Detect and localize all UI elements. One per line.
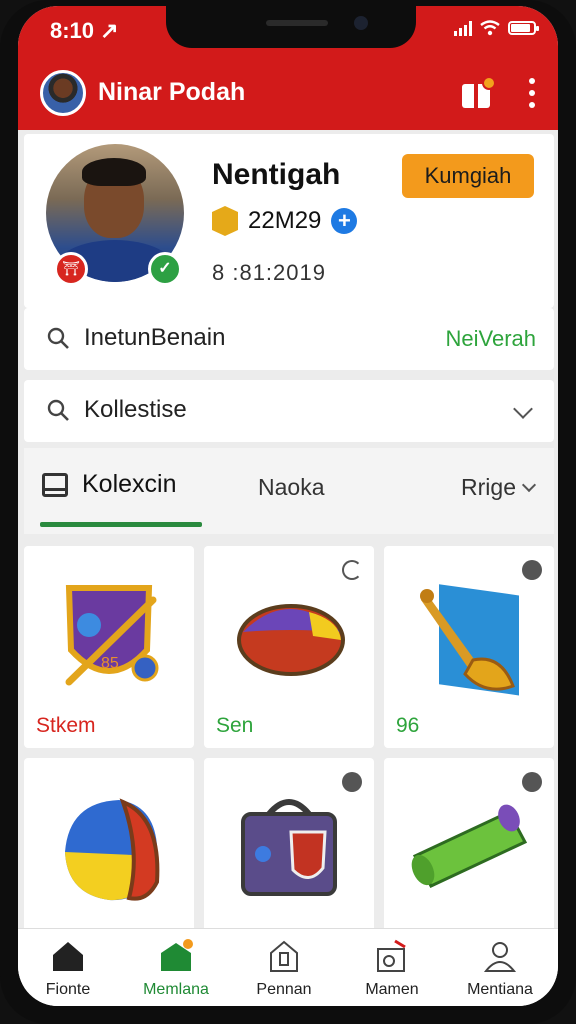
profile-card: ⛩ ✓ Nentigah 22M29 + 8 :81:2019 Kumgiah — [24, 134, 554, 308]
item-label: Stkem — [36, 714, 96, 737]
item-label: 96 — [396, 714, 420, 737]
person-icon — [483, 939, 517, 973]
coin-balance: 22M29 + — [212, 206, 358, 236]
building-icon — [267, 939, 301, 973]
nav-item-building[interactable]: Pennan — [234, 939, 334, 999]
notch — [166, 6, 416, 48]
user-name: Ninar Podah — [98, 78, 246, 106]
coin-value: 22M29 — [248, 207, 322, 234]
action-button[interactable]: Kumgiah — [402, 154, 534, 198]
screen: 8:10 ↗ Ninar Podah ⛩ ✓ Nentigah 22M29 + … — [18, 6, 558, 1006]
search-input[interactable]: InetunBenain — [84, 324, 225, 352]
nav-label: Memlana — [143, 981, 209, 998]
status-time: 8:10 ↗ — [50, 18, 119, 43]
nav-item-home[interactable]: Fionte — [18, 939, 118, 999]
tab-second[interactable]: Naoka — [258, 474, 324, 501]
status-icons — [454, 20, 539, 36]
active-tab-indicator — [40, 522, 202, 527]
coin-icon — [212, 206, 238, 236]
item-card[interactable]: 85 Stkem — [24, 546, 194, 748]
app-bar: Ninar Podah — [18, 58, 558, 130]
profile-date: 8 :81:2019 — [212, 260, 326, 285]
wifi-icon — [480, 20, 500, 36]
bottom-nav: Fionte Memlana Pennan Mamen Mentiana — [18, 928, 558, 1006]
svg-text:85: 85 — [101, 655, 119, 672]
more-vertical-icon[interactable] — [528, 78, 536, 108]
profile-name: Nentigah — [212, 158, 341, 191]
filter-dropdown[interactable]: Rrige — [461, 474, 537, 501]
trumpet-icon — [420, 584, 519, 696]
search-link[interactable]: NeiVerah — [445, 326, 536, 352]
ball-icon — [237, 604, 345, 676]
item-card[interactable]: 96 — [384, 546, 554, 748]
collection-select[interactable]: Kollestise — [24, 380, 554, 442]
battery-icon — [508, 21, 539, 35]
filter-label: Rrige — [461, 474, 516, 500]
nav-item-box[interactable]: Mamen — [342, 939, 442, 999]
tab-bar: Kolexcin Naoka Rrige — [24, 448, 554, 534]
signal-icon — [454, 20, 472, 36]
item-card[interactable]: Sen — [204, 546, 374, 748]
crest-icon: 85 — [65, 585, 159, 686]
chest-icon — [241, 799, 337, 896]
notification-dot — [482, 76, 496, 90]
home-icon — [51, 939, 85, 973]
search-icon — [47, 399, 69, 421]
store-icon — [159, 939, 193, 973]
shield-icon: ⛩ — [54, 252, 88, 286]
phone-frame: 8:10 ↗ Ninar Podah ⛩ ✓ Nentigah 22M29 + … — [0, 0, 576, 1024]
helmet-icon — [65, 798, 160, 901]
tab-collection[interactable]: Kolexcin — [42, 470, 177, 499]
collection-select-value: Kollestise — [84, 396, 187, 423]
item-label: Sen — [216, 714, 254, 737]
chevron-down-icon — [521, 477, 537, 492]
nav-item-profile[interactable]: Mentiana — [450, 939, 550, 999]
nav-label: Fionte — [45, 981, 91, 998]
search-row[interactable]: InetunBenain NeiVerah — [24, 308, 554, 370]
avatar[interactable] — [40, 70, 86, 116]
collection-icon — [42, 472, 68, 497]
tab-collection-label: Kolexcin — [82, 470, 177, 498]
nav-label: Mentiana — [467, 981, 533, 998]
check-icon: ✓ — [148, 252, 182, 286]
chevron-down-icon — [513, 399, 533, 419]
nav-item-store[interactable]: Memlana — [126, 939, 226, 999]
add-coins-button[interactable]: + — [331, 208, 358, 234]
nav-label: Pennan — [256, 981, 312, 998]
gift-icon[interactable] — [460, 76, 496, 110]
box-icon — [375, 939, 409, 973]
search-icon — [47, 327, 69, 349]
cash-roll-icon — [411, 804, 528, 888]
nav-label: Mamen — [365, 981, 419, 998]
